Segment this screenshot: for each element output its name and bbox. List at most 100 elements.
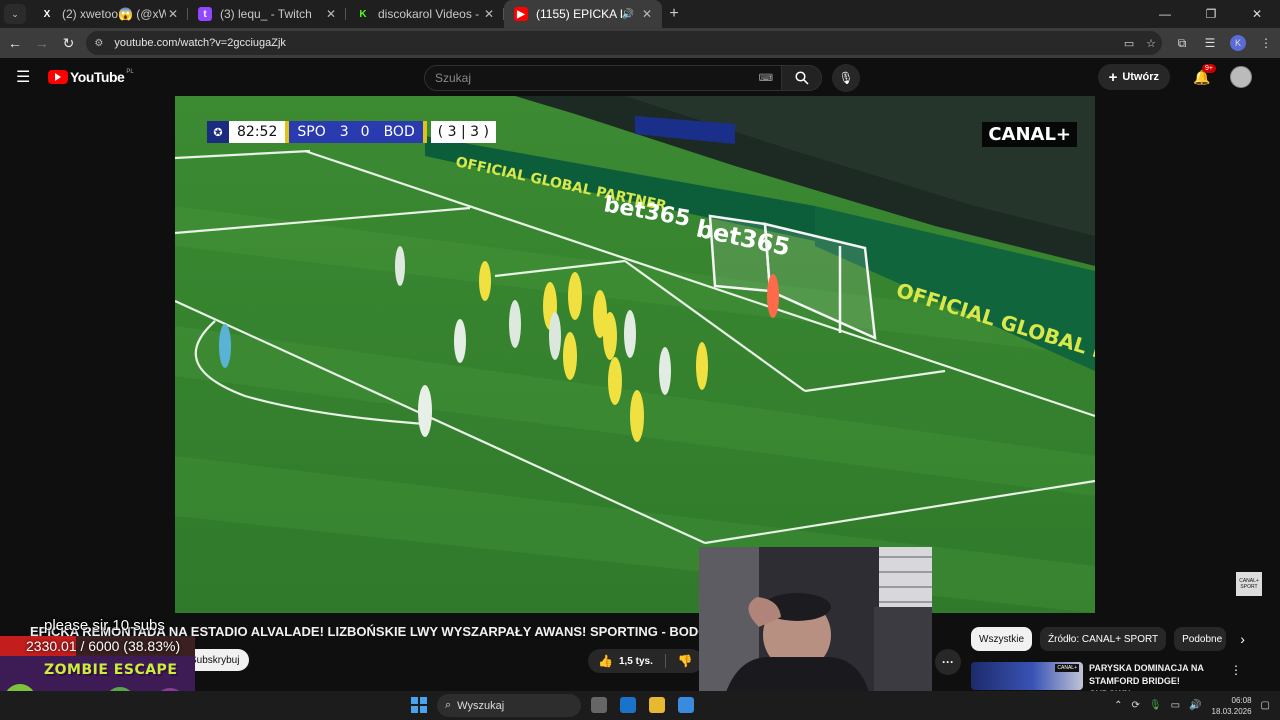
bookmark-star-icon[interactable]: ☆	[1140, 37, 1162, 50]
chevron-up-icon[interactable]: ⌃	[1114, 700, 1122, 711]
back-button[interactable]: ←	[3, 31, 27, 55]
windows-start-icon[interactable]	[411, 697, 427, 713]
tab-close-button[interactable]: ✕	[324, 7, 338, 21]
chip-similar[interactable]: Podobne	[1174, 627, 1227, 651]
like-count[interactable]: 1,5 tys.	[619, 656, 653, 667]
volume-icon[interactable]: 🔊	[1189, 700, 1201, 711]
site-info-icon[interactable]: ⚙	[94, 38, 110, 49]
tab-favicon-icon: X	[40, 7, 54, 21]
profile-avatar[interactable]: K	[1230, 35, 1247, 51]
file-explorer-icon[interactable]	[649, 697, 665, 713]
sync-icon[interactable]: ⟳	[1132, 700, 1140, 711]
tab-favicon-icon: K	[356, 7, 370, 21]
keyboard-icon[interactable]: ⌨	[759, 73, 773, 84]
away-score: 0	[354, 121, 376, 143]
sub-goal-text: 2330.01 / 6000 (38.83%)	[26, 638, 181, 654]
tab-close-button[interactable]: ✕	[482, 7, 496, 21]
thumbnail-badge: CANAL+	[1055, 664, 1079, 672]
forward-button[interactable]: →	[30, 31, 54, 55]
away-team: BOD	[375, 121, 423, 143]
outlook-icon[interactable]	[620, 697, 636, 713]
microphone-icon[interactable]: 🎙	[1149, 700, 1162, 711]
tab-search-button[interactable]: ⌄	[4, 4, 26, 24]
minimize-button[interactable]: —	[1142, 0, 1188, 28]
youtube-logo[interactable]: YouTube PL	[48, 69, 134, 85]
new-tab-button[interactable]: +	[662, 2, 686, 26]
tab-audio-icon[interactable]: 🔊	[622, 9, 634, 20]
guide-menu-icon[interactable]: ☰	[16, 67, 40, 87]
thumbs-down-icon[interactable]: 👎	[678, 654, 693, 668]
window-controls: — ❐ ✕	[1142, 0, 1280, 28]
chevron-right-icon[interactable]: ›	[1240, 631, 1245, 647]
search-icon: ⌕	[445, 699, 452, 711]
chip-all[interactable]: Wszystkie	[971, 627, 1032, 651]
related-chips: Wszystkie Źródło: CANAL+ SPORT Podobne ›	[971, 627, 1245, 651]
masthead-actions: + Utwórz 🔔 9+	[1097, 63, 1252, 90]
home-score: 3	[333, 121, 355, 143]
tab-close-button[interactable]: ✕	[640, 7, 654, 21]
search-input[interactable]: Szukaj ⌨	[424, 65, 782, 91]
sub-goal-bar: 2330.01 / 6000 (38.83%)	[0, 636, 195, 656]
cast-icon[interactable]: ▭	[1118, 37, 1140, 50]
tab-title: (3) lequ_ - Twitch	[220, 7, 312, 21]
youtube-wordmark: YouTube	[70, 69, 125, 85]
like-dislike-group: 👍 1,5 tys. 👎	[588, 649, 703, 673]
clock-date: 18.03.2026	[1211, 706, 1252, 716]
account-avatar[interactable]	[1230, 66, 1252, 88]
network-icon[interactable]: ▭	[1171, 700, 1180, 711]
restore-button[interactable]: ❐	[1188, 0, 1234, 28]
reload-icon: ↻	[62, 34, 75, 51]
notifications-button[interactable]: 🔔 9+	[1188, 63, 1216, 86]
tab-title: discokarol Videos - Watch On-Dem	[378, 7, 482, 21]
chevron-down-icon: ⌄	[11, 8, 19, 19]
create-button[interactable]: + Utwórz	[1097, 64, 1170, 90]
close-window-button[interactable]: ✕	[1234, 0, 1280, 28]
browser-tab[interactable]: ▶ (1155) EPICKA REMONTADA🔊 ✕	[504, 0, 662, 28]
browser-tab[interactable]: t (3) lequ_ - Twitch ✕	[188, 0, 346, 28]
extensions-icon[interactable]: ⧉	[1168, 36, 1196, 51]
notification-center-icon[interactable]: ▢	[1261, 700, 1270, 711]
ellipsis-icon: ···	[942, 655, 954, 669]
search-bar: Szukaj ⌨ 🎙	[424, 64, 860, 92]
tab-favicon-icon: ▶	[514, 7, 528, 21]
country-code: PL	[126, 69, 134, 75]
game-title: ZOMBIE ESCAPE	[44, 662, 178, 678]
microphone-icon: 🎙	[838, 71, 854, 85]
arrow-right-icon: →	[34, 35, 49, 51]
match-footage: OFFICIAL GLOBAL PARTNER bet365 bet365 OF…	[175, 96, 1095, 613]
address-bar[interactable]: ⚙ youtube.com/watch?v=2gcciugaZjk ▭ ☆	[86, 31, 1163, 55]
video-player[interactable]: OFFICIAL GLOBAL PARTNER bet365 bet365 OF…	[175, 96, 1095, 613]
stream-alert-text: please sir 10 subs	[44, 617, 165, 634]
chip-source-channel[interactable]: Źródło: CANAL+ SPORT	[1040, 627, 1167, 651]
taskbar-clock[interactable]: 06:08 18.03.2026	[1212, 695, 1252, 717]
browser-tab[interactable]: X (2) xwetoo😱 (@xWetoo_) / X✕	[30, 0, 188, 28]
taskbar-search-label: Wyszukaj	[457, 699, 505, 712]
kebab-menu-icon[interactable]: ⋮	[1252, 36, 1280, 50]
search-button[interactable]	[782, 65, 822, 91]
taskbar-search[interactable]: ⌕ Wyszukaj	[437, 694, 581, 717]
tab-title: (1155) EPICKA REMONTADA	[536, 7, 622, 21]
thumbs-up-icon[interactable]: 👍	[598, 654, 613, 668]
champions-league-icon: ✪	[207, 121, 229, 143]
broadcaster-logo: CANAL+	[982, 122, 1077, 147]
kebab-menu-icon[interactable]: ⋮	[1230, 663, 1242, 677]
youtube-play-icon	[48, 70, 68, 84]
more-actions-button[interactable]: ···	[935, 649, 961, 675]
home-team: SPO	[289, 121, 334, 143]
tab-close-button[interactable]: ✕	[166, 7, 180, 21]
reload-button[interactable]: ↻	[57, 31, 81, 55]
channel-watermark: CANAL+ SPORT	[1236, 572, 1262, 596]
scorebug-divider	[422, 121, 427, 143]
toolbar-actions: ⧉ ☰ K ⋮	[1168, 35, 1280, 51]
reading-list-icon[interactable]: ☰	[1196, 36, 1224, 50]
address-url[interactable]: youtube.com/watch?v=2gcciugaZjk	[114, 37, 1118, 49]
screen: ⌄ X(2) xwetoo😱 (@xWetoo_) / X✕t(3) lequ_…	[0, 0, 1280, 720]
plus-icon: +	[1108, 68, 1118, 86]
store-icon[interactable]	[678, 697, 694, 713]
task-view-icon[interactable]	[591, 697, 607, 713]
arrow-left-icon: ←	[7, 35, 22, 51]
recommended-thumbnail[interactable]: CANAL+	[971, 662, 1083, 690]
browser-tab[interactable]: Kdiscokarol Videos - Watch On-Dem✕	[346, 0, 504, 28]
voice-search-button[interactable]: 🎙	[832, 64, 860, 92]
notifications-badge: 9+	[1202, 63, 1216, 73]
